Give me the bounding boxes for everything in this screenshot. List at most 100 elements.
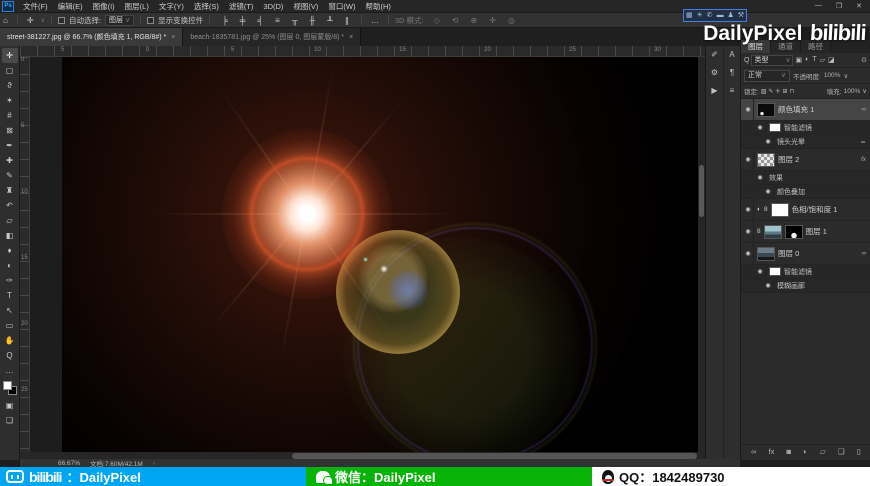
layer-row[interactable]: ◉ 效果 <box>741 171 870 185</box>
3d-rotate-icon[interactable]: ⟲ <box>449 16 462 25</box>
tab-close-icon[interactable]: × <box>349 34 353 41</box>
layer-row[interactable]: ◉ 颜色填充 1 ∞ <box>741 99 870 121</box>
frame-tool[interactable]: ⊠ <box>2 123 18 138</box>
foreground-color-swatch[interactable] <box>3 381 12 390</box>
layer-thumbnail[interactable] <box>757 153 775 167</box>
layer-visibility-icon[interactable]: ◉ <box>743 149 754 170</box>
menu-file[interactable]: 文件(F) <box>18 0 53 13</box>
pen-tool[interactable]: ✑ <box>2 273 18 288</box>
bar-icon[interactable]: ▬ <box>717 12 724 19</box>
layer-row[interactable]: ◉ 颜色叠加 <box>741 185 870 199</box>
link-layers-icon[interactable]: ∞ <box>751 447 756 456</box>
history-brush-tool[interactable]: ↶ <box>2 198 18 213</box>
layer-thumbnail[interactable] <box>771 203 789 217</box>
path-selection-tool[interactable]: ↖ <box>2 303 18 318</box>
eyedropper-tool[interactable]: ✒ <box>2 138 18 153</box>
shape-tool[interactable]: ▭ <box>2 318 18 333</box>
eraser-tool[interactable]: ▱ <box>2 213 18 228</box>
opacity-value[interactable]: 100% <box>824 72 841 79</box>
grid-icon[interactable]: ▦ <box>686 12 693 19</box>
menu-filter[interactable]: 滤镜(T) <box>224 0 259 13</box>
layer-name[interactable]: 镜头光晕 <box>777 137 805 147</box>
restore-button[interactable]: ❐ <box>836 2 842 10</box>
actions-panel-icon[interactable]: ▶ <box>711 86 717 95</box>
add-mask-icon[interactable]: ◙ <box>787 447 792 456</box>
canvas-image[interactable] <box>62 57 700 452</box>
lock-transparency-icon[interactable]: ▨ <box>761 88 767 95</box>
menu-type[interactable]: 文字(Y) <box>154 0 189 13</box>
layer-visibility-icon[interactable]: ◉ <box>743 243 754 264</box>
layer-visibility-icon[interactable]: ◉ <box>755 171 766 184</box>
call-icon[interactable]: ✆ <box>707 12 713 19</box>
menu-view[interactable]: 视图(V) <box>288 0 323 13</box>
layer-row[interactable]: ◉ 模糊画廊 <box>741 279 870 293</box>
layer-visibility-icon[interactable]: ◉ <box>743 221 754 242</box>
3d-camera-icon[interactable]: ◎ <box>505 16 518 25</box>
layer-name[interactable]: 颜色填充 1 <box>778 104 814 115</box>
layer-visibility-icon[interactable]: ◉ <box>743 99 754 120</box>
delete-layer-icon[interactable]: ▯ <box>857 447 861 456</box>
paragraph-panel-icon[interactable]: ¶ <box>730 68 734 77</box>
filter-type-layers-icon[interactable]: T <box>812 56 816 64</box>
magic-wand-tool[interactable]: ✶ <box>2 93 18 108</box>
layer-row[interactable]: ◉ ◐ 8 色相/饱和度 1 <box>741 199 870 221</box>
document-tab[interactable]: beach-1835781.jpg @ 25% (图层 0, 图层蒙版/8) *… <box>183 28 361 46</box>
filter-type-dropdown[interactable]: 类型∨ <box>751 55 793 66</box>
character-panel-icon[interactable]: A <box>729 50 734 59</box>
fill-value[interactable]: 100% <box>844 88 861 95</box>
brightness-icon[interactable]: ☀ <box>697 12 703 19</box>
align-right-icon[interactable]: ╡ <box>254 16 266 25</box>
screen-mode-button[interactable]: ❏ <box>2 413 18 428</box>
align-bottom-icon[interactable]: ╨ <box>324 16 336 25</box>
lock-move-icon[interactable]: ✛ <box>776 88 781 95</box>
adjustment-layer-icon[interactable]: ◐ <box>803 447 808 456</box>
align-left-icon[interactable]: ╞ <box>219 16 231 25</box>
filter-toggle-icon[interactable]: ⊙ <box>861 56 867 64</box>
status-chevron-icon[interactable]: › <box>153 460 155 467</box>
dodge-tool[interactable]: ◐ <box>2 258 18 273</box>
layer-name[interactable]: 色相/饱和度 1 <box>792 204 838 215</box>
blur-tool[interactable]: ♦ <box>2 243 18 258</box>
new-group-icon[interactable]: ▱ <box>820 447 826 456</box>
layer-thumbnail[interactable] <box>764 225 782 239</box>
layer-name[interactable]: 模糊画廊 <box>777 281 805 291</box>
move-tool[interactable]: ✛ <box>2 48 18 63</box>
layer-mask-thumbnail[interactable] <box>785 225 803 239</box>
brush-settings-panel-icon[interactable]: ✐ <box>711 50 718 59</box>
marquee-tool[interactable]: ▢ <box>2 63 18 78</box>
layer-row[interactable]: ◉ 图层 0 ∞ <box>741 243 870 265</box>
new-layer-icon[interactable]: ❏ <box>838 447 845 456</box>
layer-visibility-icon[interactable]: ◉ <box>743 199 754 220</box>
menu-select[interactable]: 选择(S) <box>189 0 224 13</box>
healing-brush-tool[interactable]: ✚ <box>2 153 18 168</box>
tab-close-icon[interactable]: × <box>171 34 175 41</box>
lasso-tool[interactable]: ϑ <box>2 78 18 93</box>
scrollbar-thumb[interactable] <box>699 165 704 217</box>
lock-artboard-icon[interactable]: ⊞ <box>783 88 788 95</box>
lock-all-icon[interactable]: ⊓ <box>790 88 795 95</box>
more-options-icon[interactable]: … <box>368 16 382 25</box>
layer-row[interactable]: ◉ 智能滤镜 <box>741 121 870 135</box>
layer-row[interactable]: ◉ 智能滤镜 <box>741 265 870 279</box>
zoom-level[interactable]: 66.67% <box>58 460 80 467</box>
styles-panel-icon[interactable]: ≡ <box>730 86 735 95</box>
filter-pixel-layers-icon[interactable]: ▣ <box>795 56 802 64</box>
layer-thumbnail[interactable] <box>769 123 781 132</box>
align-center-h-icon[interactable]: ╪ <box>237 16 249 25</box>
canvas-vertical-scrollbar[interactable] <box>698 57 705 452</box>
3d-slide-icon[interactable]: ✛ <box>486 16 499 25</box>
menu-window[interactable]: 窗口(W) <box>323 0 360 13</box>
layer-row[interactable]: ◉ 镜头光晕 ≂ <box>741 135 870 149</box>
layer-visibility-icon[interactable]: ◉ <box>763 135 774 148</box>
tools-icon[interactable]: ⚒ <box>738 12 744 19</box>
close-button[interactable]: ✕ <box>856 2 862 10</box>
layer-style-icon[interactable]: fx <box>769 447 775 456</box>
layer-thumbnail[interactable] <box>769 267 781 276</box>
edit-toolbar-button[interactable]: … <box>2 363 18 378</box>
chevron-down-icon[interactable]: ∨ <box>843 72 848 80</box>
distribute-h-icon[interactable]: ≡ <box>272 16 283 25</box>
layer-thumbnail[interactable] <box>757 103 775 117</box>
menu-3d[interactable]: 3D(D) <box>258 0 288 13</box>
layer-visibility-icon[interactable]: ◉ <box>763 185 774 198</box>
layer-name[interactable]: 图层 2 <box>778 154 799 165</box>
